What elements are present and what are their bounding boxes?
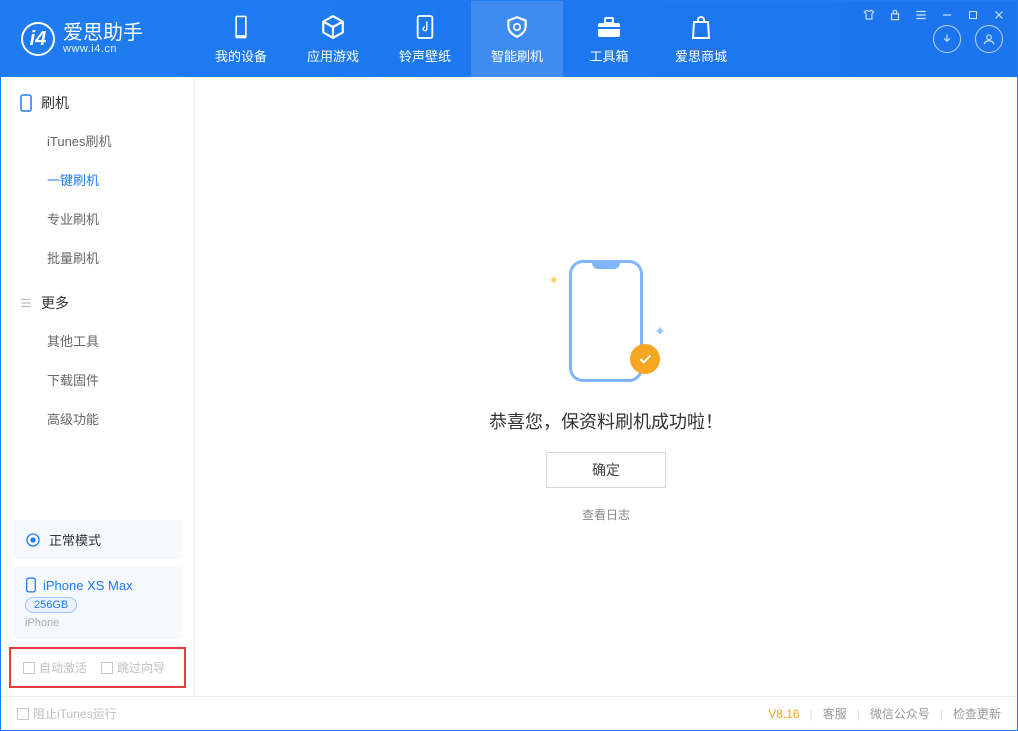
mode-icon bbox=[25, 532, 41, 548]
tab-label: 铃声壁纸 bbox=[399, 46, 451, 65]
phone-icon bbox=[228, 14, 254, 40]
sidebar-item-pro-flash[interactable]: 专业刷机 bbox=[1, 199, 194, 238]
checkbox-label: 阻止iTunes运行 bbox=[33, 705, 117, 722]
sidebar-section-flash: 刷机 bbox=[1, 77, 194, 121]
tab-toolbox[interactable]: 工具箱 bbox=[563, 1, 655, 77]
app-name: 爱思助手 bbox=[63, 23, 143, 43]
version-label: V8.16 bbox=[768, 707, 799, 721]
main-content: ✦ ✦ 恭喜您，保资料刷机成功啦！ 确定 查看日志 bbox=[195, 77, 1017, 696]
section-label: 更多 bbox=[41, 293, 69, 313]
tab-label: 工具箱 bbox=[589, 46, 628, 65]
section-label: 刷机 bbox=[41, 93, 69, 113]
music-file-icon bbox=[412, 14, 438, 40]
sidebar: 刷机 iTunes刷机 一键刷机 专业刷机 批量刷机 更多 其他工具 下载固件 … bbox=[1, 77, 195, 696]
tab-smart-flash[interactable]: 智能刷机 bbox=[471, 1, 563, 77]
sidebar-item-batch-flash[interactable]: 批量刷机 bbox=[1, 238, 194, 277]
tab-store[interactable]: 爱思商城 bbox=[655, 1, 747, 77]
cube-icon bbox=[320, 14, 346, 40]
flash-options-highlight: 自动激活 跳过向导 bbox=[9, 647, 186, 688]
ok-button[interactable]: 确定 bbox=[546, 452, 666, 488]
mode-card[interactable]: 正常模式 bbox=[13, 520, 182, 559]
tab-apps-games[interactable]: 应用游戏 bbox=[287, 1, 379, 77]
tab-label: 智能刷机 bbox=[491, 46, 543, 65]
view-log-link[interactable]: 查看日志 bbox=[582, 506, 630, 523]
app-logo: i4 爱思助手 www.i4.cn bbox=[1, 22, 195, 56]
window-controls bbox=[861, 7, 1007, 23]
device-storage-badge: 256GB bbox=[25, 597, 77, 613]
sparkle-icon: ✦ bbox=[654, 323, 666, 340]
footer: 阻止iTunes运行 V8.16 | 客服 | 微信公众号 | 检查更新 bbox=[1, 696, 1017, 730]
sparkle-icon: ✦ bbox=[548, 272, 560, 289]
success-message: 恭喜您，保资料刷机成功啦！ bbox=[489, 408, 723, 434]
device-card[interactable]: iPhone XS Max 256GB iPhone bbox=[13, 567, 182, 639]
checkbox-label: 跳过向导 bbox=[117, 659, 165, 676]
check-update-link[interactable]: 检查更新 bbox=[953, 705, 1001, 722]
minimize-button[interactable] bbox=[939, 7, 955, 23]
refresh-shield-icon bbox=[504, 14, 530, 40]
sidebar-item-download-firmware[interactable]: 下载固件 bbox=[1, 360, 194, 399]
checkbox-label: 自动激活 bbox=[39, 659, 87, 676]
logo-icon: i4 bbox=[21, 22, 55, 56]
sidebar-item-itunes-flash[interactable]: iTunes刷机 bbox=[1, 121, 194, 160]
checkbox-block-itunes[interactable]: 阻止iTunes运行 bbox=[17, 705, 117, 722]
menu-icon[interactable] bbox=[913, 7, 929, 23]
checkbox-auto-activate[interactable]: 自动激活 bbox=[23, 659, 87, 676]
tab-ringtones-wallpapers[interactable]: 铃声壁纸 bbox=[379, 1, 471, 77]
app-window: i4 爱思助手 www.i4.cn 我的设备 应用游戏 铃声壁纸 智能刷机 bbox=[0, 0, 1018, 731]
header: i4 爱思助手 www.i4.cn 我的设备 应用游戏 铃声壁纸 智能刷机 bbox=[1, 1, 1017, 77]
sidebar-item-other-tools[interactable]: 其他工具 bbox=[1, 321, 194, 360]
device-name-label: iPhone XS Max bbox=[43, 578, 133, 593]
header-tabs: 我的设备 应用游戏 铃声壁纸 智能刷机 工具箱 爱思商城 bbox=[195, 1, 747, 77]
mode-label: 正常模式 bbox=[49, 530, 101, 549]
checkbox-skip-guide[interactable]: 跳过向导 bbox=[101, 659, 165, 676]
bag-icon bbox=[688, 14, 714, 40]
list-icon bbox=[19, 296, 33, 310]
lock-icon[interactable] bbox=[887, 7, 903, 23]
tab-my-device[interactable]: 我的设备 bbox=[195, 1, 287, 77]
shirt-icon[interactable] bbox=[861, 7, 877, 23]
download-button[interactable] bbox=[933, 25, 961, 53]
body: 刷机 iTunes刷机 一键刷机 专业刷机 批量刷机 更多 其他工具 下载固件 … bbox=[1, 77, 1017, 696]
footer-right: V8.16 | 客服 | 微信公众号 | 检查更新 bbox=[768, 705, 1001, 722]
sidebar-item-onekey-flash[interactable]: 一键刷机 bbox=[1, 160, 194, 199]
toolbox-icon bbox=[596, 14, 622, 40]
support-link[interactable]: 客服 bbox=[823, 705, 847, 722]
tab-label: 应用游戏 bbox=[307, 46, 359, 65]
device-type-label: iPhone bbox=[25, 617, 59, 629]
device-phone-icon bbox=[25, 577, 37, 593]
wechat-link[interactable]: 微信公众号 bbox=[870, 705, 930, 722]
app-domain: www.i4.cn bbox=[63, 43, 143, 55]
close-button[interactable] bbox=[991, 7, 1007, 23]
maximize-button[interactable] bbox=[965, 7, 981, 23]
phone-outline-icon bbox=[19, 94, 33, 112]
tab-label: 我的设备 bbox=[215, 46, 267, 65]
header-actions bbox=[933, 25, 1017, 53]
check-badge-icon bbox=[630, 344, 660, 374]
user-button[interactable] bbox=[975, 25, 1003, 53]
sidebar-section-more: 更多 bbox=[1, 277, 194, 321]
sidebar-item-advanced[interactable]: 高级功能 bbox=[1, 399, 194, 438]
tab-label: 爱思商城 bbox=[675, 46, 727, 65]
success-illustration: ✦ ✦ bbox=[546, 250, 666, 390]
